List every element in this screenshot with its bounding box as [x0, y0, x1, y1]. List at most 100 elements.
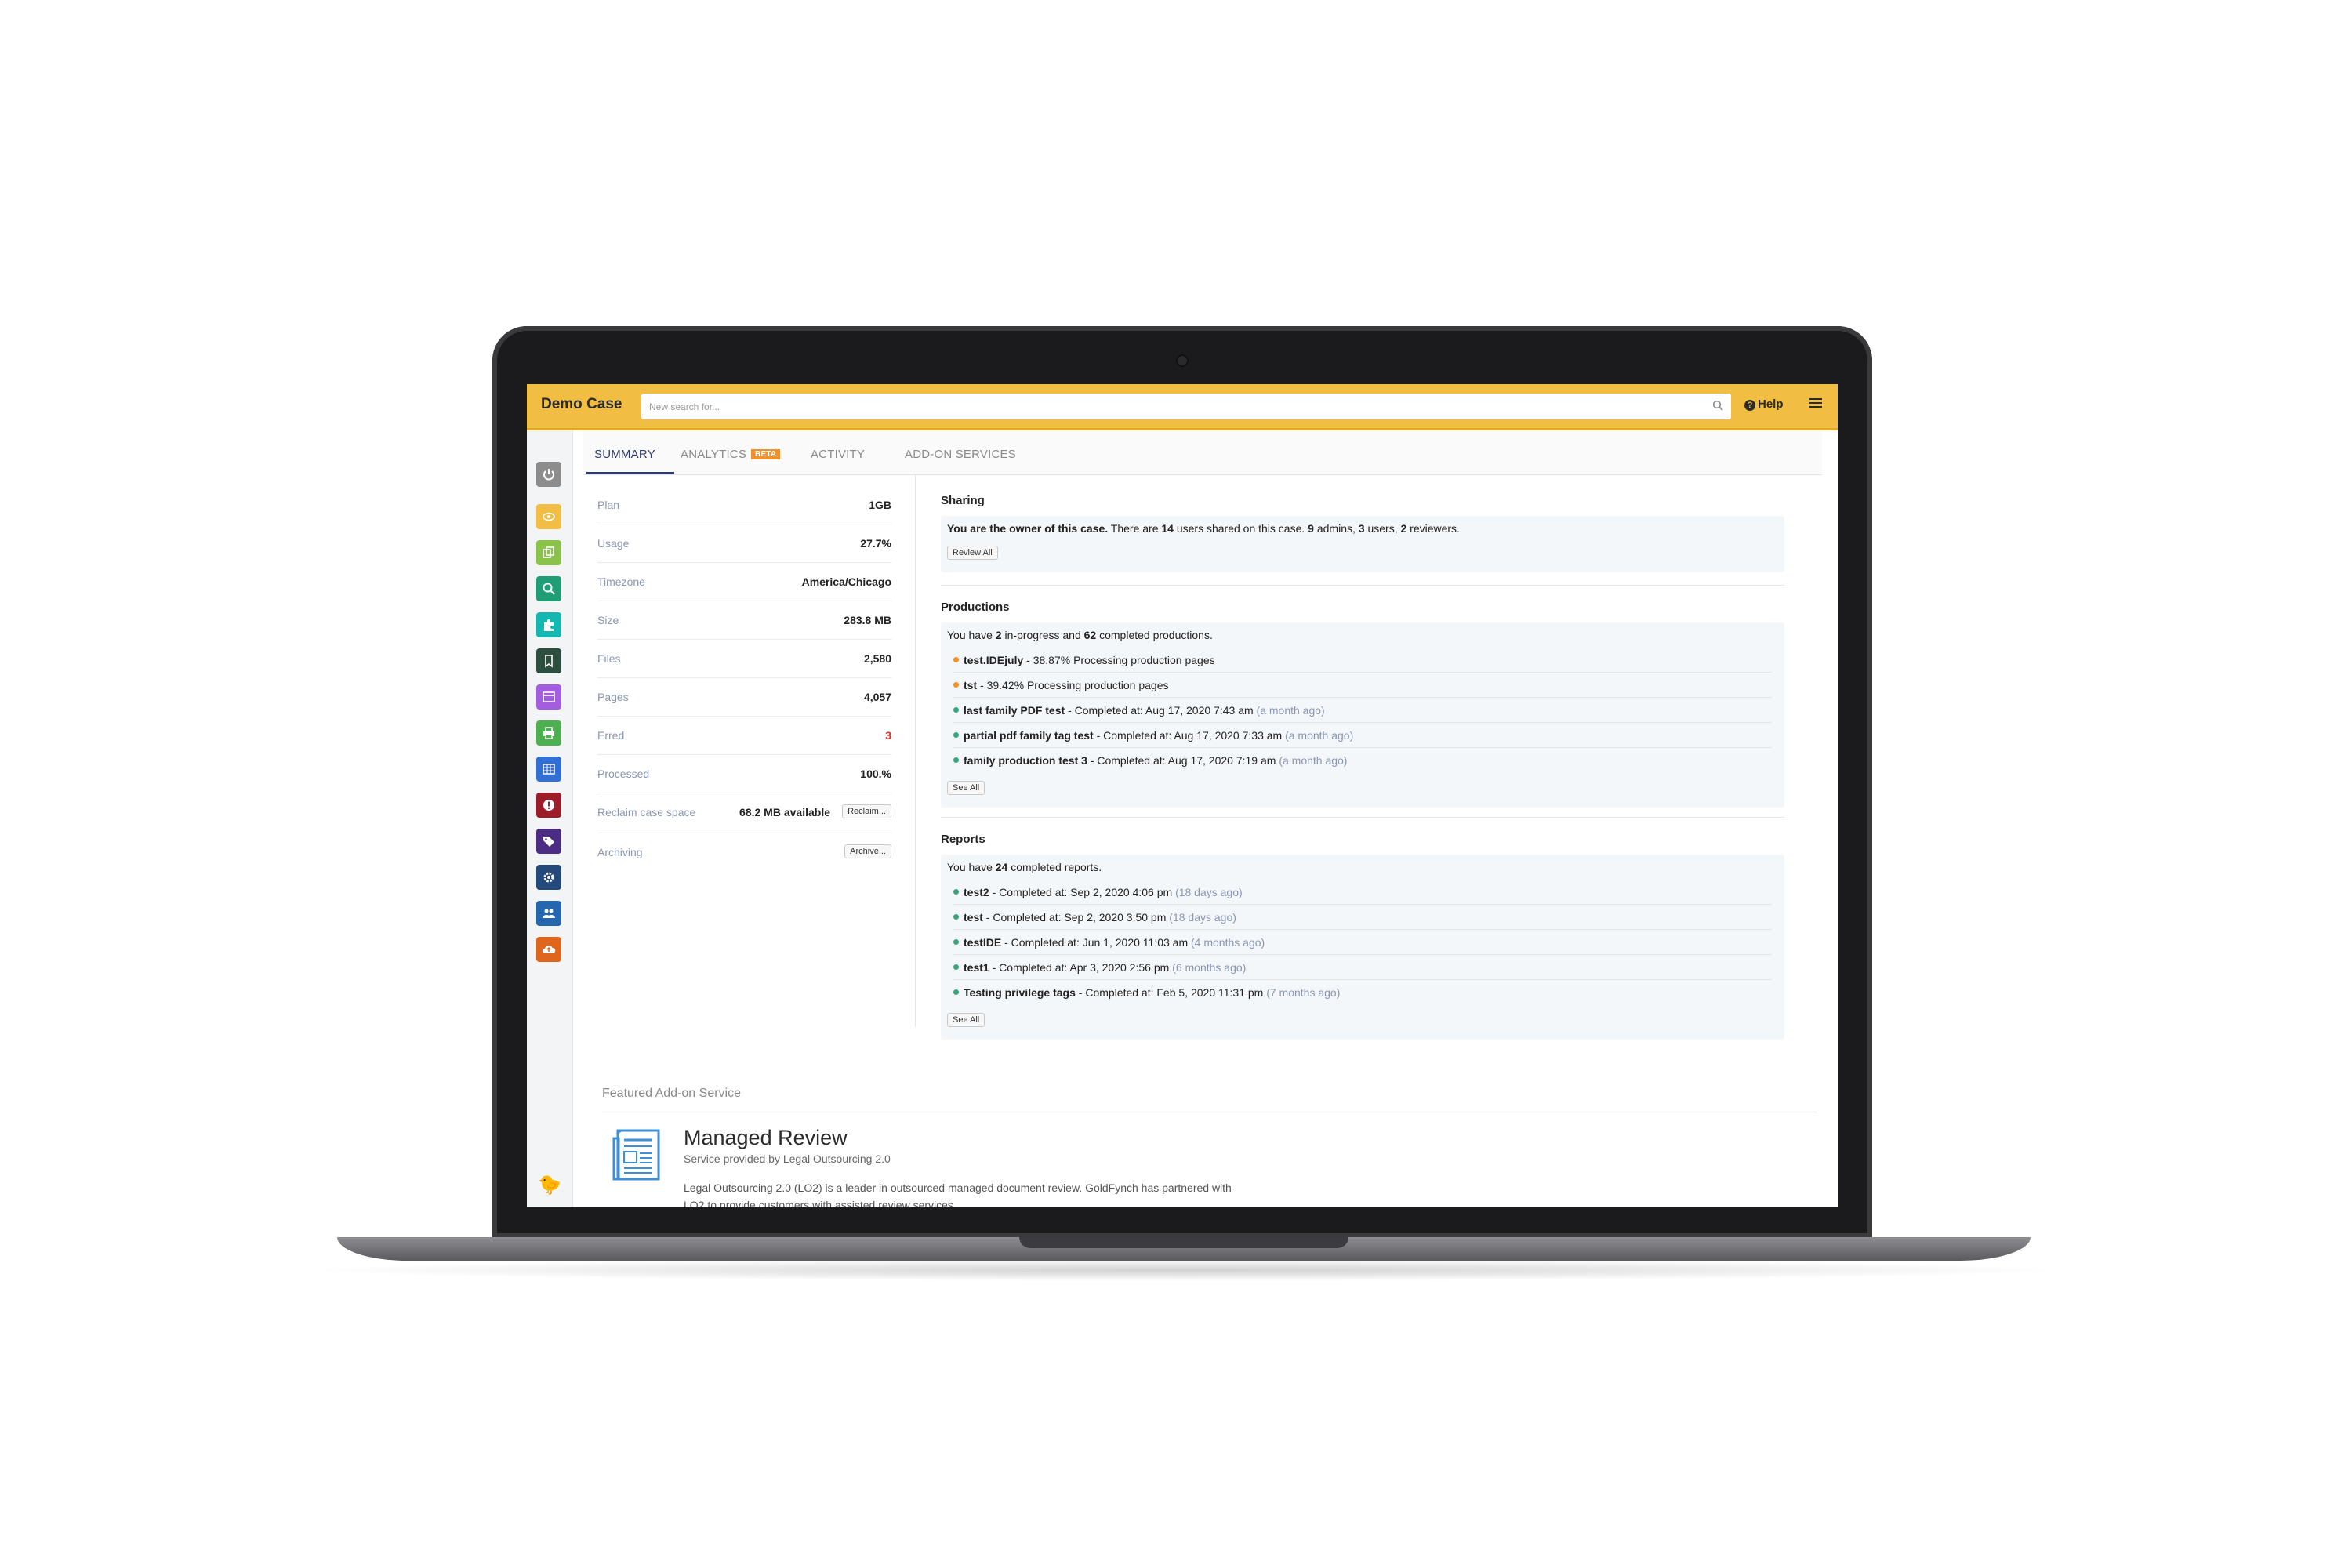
stat-value: 2,580: [863, 652, 891, 665]
productions-see-all-button[interactable]: See All: [947, 781, 985, 795]
archive-button[interactable]: Archive...: [844, 844, 891, 858]
report-item[interactable]: test - Completed at: Sep 2, 2020 3:50 pm…: [953, 911, 1236, 924]
stat-label: Pages: [597, 691, 629, 703]
stat-row-processed: Processed 100.%: [597, 755, 891, 793]
completed-dot: [953, 889, 959, 895]
in-progress-dot: [953, 657, 959, 662]
productions-panel: You have 2 in-progress and 62 completed …: [941, 622, 1784, 808]
laptop-shadow: [298, 1259, 2070, 1281]
review-all-button[interactable]: Review All: [947, 546, 998, 560]
featured-description: Legal Outsourcing 2.0 (LO2) is a leader …: [684, 1181, 1232, 1207]
stat-label: Usage: [597, 537, 630, 550]
reclaim-available: 68.2 MB available: [739, 806, 830, 818]
report-item[interactable]: testIDE - Completed at: Jun 1, 2020 11:0…: [953, 936, 1265, 949]
search-icon[interactable]: [536, 576, 561, 601]
reports-panel: You have 24 completed reports. test2 - C…: [941, 855, 1784, 1040]
stat-row-timezone: Timezone America/Chicago: [597, 563, 891, 601]
item-divider: [953, 979, 1772, 980]
case-stats-table: Plan 1GB Usage 27.7% Timezone America/Ch…: [597, 486, 891, 871]
help-button[interactable]: ? Help: [1744, 397, 1784, 411]
featured-subtitle: Service provided by Legal Outsourcing 2.…: [684, 1152, 891, 1165]
production-item[interactable]: tst - 39.42% Processing production pages: [953, 679, 1169, 691]
completed-dot: [953, 707, 959, 713]
question-icon: ?: [1744, 400, 1755, 411]
stat-value: 1GB: [869, 499, 891, 511]
alert-icon[interactable]: [536, 793, 561, 818]
gear-icon[interactable]: [536, 865, 561, 890]
tab-analytics-label: ANALYTICS: [681, 448, 747, 461]
calendar-icon[interactable]: [536, 684, 561, 710]
production-item[interactable]: last family PDF test - Completed at: Aug…: [953, 704, 1325, 717]
table-icon[interactable]: [536, 757, 561, 782]
sharing-panel: You are the owner of this case. There ar…: [941, 516, 1784, 572]
cloud-upload-icon[interactable]: [536, 937, 561, 962]
report-item[interactable]: test1 - Completed at: Apr 3, 2020 2:56 p…: [953, 961, 1246, 974]
search-box[interactable]: [641, 394, 1731, 419]
in-progress-dot: [953, 682, 959, 688]
stat-row-pages: Pages 4,057: [597, 678, 891, 717]
completed-dot: [953, 989, 959, 995]
report-item[interactable]: Testing privilege tags - Completed at: F…: [953, 986, 1340, 999]
stat-label: Plan: [597, 499, 620, 511]
puzzle-icon[interactable]: [536, 612, 561, 637]
case-name[interactable]: Demo Case: [541, 396, 622, 413]
tab-summary[interactable]: SUMMARY: [594, 448, 655, 461]
completed-dot: [953, 732, 959, 738]
sharing-title: Sharing: [941, 494, 985, 507]
goldfinch-logo-icon: 🐤: [538, 1174, 561, 1196]
hamburger-menu-icon[interactable]: [1809, 398, 1822, 409]
tab-analytics[interactable]: ANALYTICS BETA: [681, 448, 781, 461]
tab-activity[interactable]: ACTIVITY: [811, 448, 865, 461]
stat-label: Archiving: [597, 846, 643, 858]
report-item[interactable]: test2 - Completed at: Sep 2, 2020 4:06 p…: [953, 886, 1243, 898]
reports-summary: You have 24 completed reports.: [947, 861, 1102, 873]
print-icon[interactable]: [536, 720, 561, 746]
stat-value: 27.7%: [860, 537, 891, 550]
column-divider: [915, 474, 916, 1027]
search-input[interactable]: [641, 394, 1700, 419]
item-divider: [953, 904, 1772, 905]
reports-see-all-button[interactable]: See All: [947, 1013, 985, 1027]
completed-dot: [953, 914, 959, 920]
stat-row-files: Files 2,580: [597, 640, 891, 678]
stat-label: Files: [597, 652, 621, 665]
tags-icon[interactable]: [536, 829, 561, 854]
stat-row-reclaim: Reclaim case space 68.2 MB available Rec…: [597, 793, 891, 833]
completed-dot: [953, 964, 959, 970]
help-label: Help: [1758, 397, 1784, 411]
tab-add-on-services[interactable]: ADD-ON SERVICES: [905, 448, 1016, 461]
stat-label: Processed: [597, 768, 650, 780]
production-item[interactable]: test.IDEjuly - 38.87% Processing product…: [953, 654, 1215, 666]
stat-value: 283.8 MB: [844, 614, 891, 626]
power-icon[interactable]: [536, 462, 561, 487]
production-item[interactable]: partial pdf family tag test - Completed …: [953, 729, 1353, 742]
item-divider: [953, 722, 1772, 723]
users-icon[interactable]: [536, 901, 561, 926]
app-screen: Demo Case ?Help: [527, 384, 1838, 1207]
beta-badge: BETA: [751, 449, 781, 459]
top-bar: Demo Case ?Help: [527, 384, 1838, 430]
item-divider: [953, 697, 1772, 698]
item-divider: [953, 929, 1772, 930]
stat-label: Size: [597, 614, 619, 626]
stat-label: Timezone: [597, 575, 645, 588]
item-divider: [953, 672, 1772, 673]
sharing-text: You are the owner of this case. There ar…: [947, 522, 1460, 535]
camera: [1176, 354, 1189, 367]
bookmark-icon[interactable]: [536, 648, 561, 673]
eye-icon[interactable]: [536, 504, 561, 529]
tab-bar: SUMMARY ANALYTICS BETA ACTIVITY ADD-ON SE…: [583, 430, 1822, 475]
stat-value: 4,057: [863, 691, 891, 703]
item-divider: [953, 954, 1772, 955]
section-divider: [941, 817, 1784, 818]
featured-section-label: Featured Add-on Service: [602, 1087, 741, 1100]
production-item[interactable]: family production test 3 - Completed at:…: [953, 754, 1347, 767]
search-icon[interactable]: [1712, 400, 1723, 411]
copy-icon[interactable]: [536, 540, 561, 565]
reclaim-button[interactable]: Reclaim...: [842, 804, 891, 818]
item-divider: [953, 747, 1772, 748]
featured-title[interactable]: Managed Review: [684, 1126, 848, 1150]
stat-row-usage: Usage 27.7%: [597, 524, 891, 563]
stat-row-erred: Erred 3: [597, 717, 891, 755]
stat-value[interactable]: 3: [885, 729, 891, 742]
